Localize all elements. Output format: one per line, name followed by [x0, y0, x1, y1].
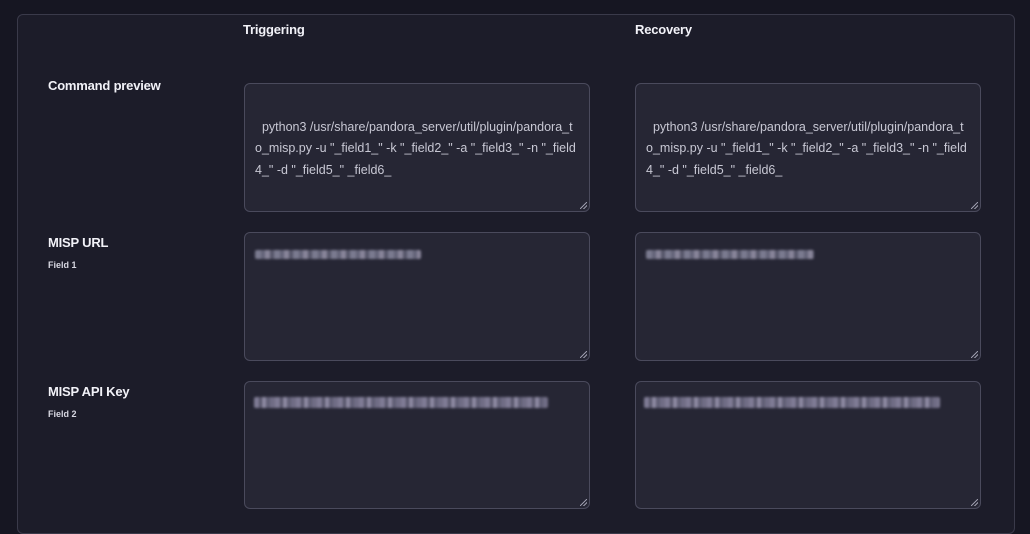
misp-url-field-number: Field 1	[48, 260, 77, 270]
resize-handle-icon[interactable]	[971, 351, 978, 358]
command-preview-triggering-text: python3 /usr/share/pandora_server/util/p…	[255, 119, 576, 177]
misp-url-label: MISP URL	[48, 235, 109, 250]
misp-api-key-field-number: Field 2	[48, 409, 77, 419]
misp-api-key-triggering-textarea[interactable]	[244, 381, 590, 509]
redacted-api-key-value	[644, 397, 940, 408]
command-preview-recovery-textarea[interactable]: python3 /usr/share/pandora_server/util/p…	[635, 83, 981, 212]
misp-url-triggering-textarea[interactable]	[244, 232, 590, 361]
resize-handle-icon[interactable]	[580, 202, 587, 209]
redacted-url-value	[646, 250, 814, 259]
resize-handle-icon[interactable]	[971, 202, 978, 209]
command-preview-triggering-textarea[interactable]: python3 /usr/share/pandora_server/util/p…	[244, 83, 590, 212]
command-preview-label: Command preview	[48, 78, 161, 93]
misp-api-key-label: MISP API Key	[48, 384, 130, 399]
column-header-recovery: Recovery	[635, 22, 692, 37]
resize-handle-icon[interactable]	[580, 351, 587, 358]
resize-handle-icon[interactable]	[971, 499, 978, 506]
misp-api-key-recovery-textarea[interactable]	[635, 381, 981, 509]
misp-url-recovery-textarea[interactable]	[635, 232, 981, 361]
redacted-api-key-value	[254, 397, 548, 408]
redacted-url-value	[255, 250, 421, 259]
resize-handle-icon[interactable]	[580, 499, 587, 506]
column-header-triggering: Triggering	[243, 22, 305, 37]
command-preview-recovery-text: python3 /usr/share/pandora_server/util/p…	[646, 119, 967, 177]
